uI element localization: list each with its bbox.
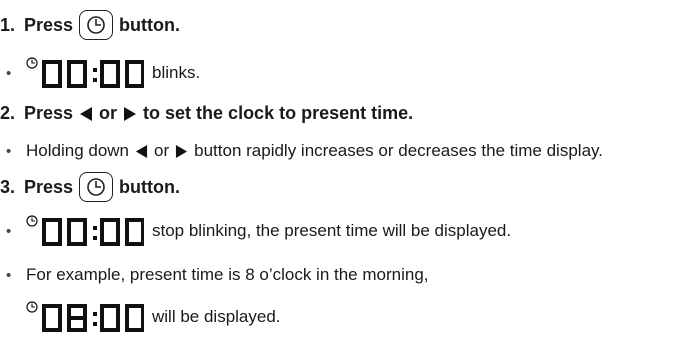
lcd-segment bbox=[42, 318, 46, 332]
lcd-segment bbox=[100, 232, 104, 246]
bullet-dot: • bbox=[6, 266, 12, 284]
bullet-text-before: Holding down bbox=[26, 141, 130, 160]
left-triangle-icon bbox=[80, 106, 93, 121]
lcd-segment bbox=[116, 60, 120, 74]
right-triangle-icon bbox=[124, 106, 137, 121]
lcd-segment bbox=[67, 232, 71, 246]
lcd-segment bbox=[125, 60, 129, 74]
bullet-text-after: button rapidly increases or decreases th… bbox=[194, 141, 603, 160]
lcd-segment bbox=[100, 318, 104, 332]
lcd-segment bbox=[42, 60, 46, 74]
lcd-segment bbox=[116, 218, 120, 232]
left-triangle-icon bbox=[135, 144, 148, 158]
lcd-segment bbox=[100, 218, 104, 232]
clock-hand bbox=[31, 59, 35, 64]
lcd-segment bbox=[42, 74, 46, 88]
lcd-colon-dot bbox=[93, 226, 97, 230]
bullet-dot: • bbox=[6, 64, 12, 82]
lcd-segment bbox=[42, 218, 46, 232]
lcd-segment bbox=[67, 60, 71, 74]
lcd-colon-dot bbox=[93, 312, 97, 316]
lcd-segment bbox=[116, 304, 120, 318]
step-number: 1. bbox=[0, 14, 16, 35]
step-2: 2. Press or to set the clock to present … bbox=[0, 103, 413, 124]
lcd-segment bbox=[67, 318, 71, 332]
lcd-segment bbox=[67, 218, 71, 232]
step-text-after: button. bbox=[119, 14, 181, 35]
lcd-segment bbox=[100, 304, 104, 318]
bullet-text: blinks. bbox=[152, 63, 201, 82]
lcd-segment bbox=[67, 316, 87, 320]
lcd-colon-dot bbox=[93, 236, 97, 240]
bullet-1: • blinks. bbox=[0, 56, 200, 90]
lcd-segment bbox=[58, 304, 62, 318]
lcd-segment bbox=[83, 218, 87, 232]
step-text-before: Press bbox=[24, 176, 74, 197]
lcd-segment bbox=[125, 74, 129, 88]
lcd-segment bbox=[125, 232, 129, 246]
bullet-text: For example, present time is 8 o’clock i… bbox=[26, 265, 429, 284]
lcd-segment bbox=[58, 60, 62, 74]
lcd-segment bbox=[100, 60, 104, 74]
lcd-segment bbox=[83, 60, 87, 74]
step-number: 3. bbox=[0, 176, 16, 197]
step-text-after: to set the clock to present time. bbox=[143, 103, 414, 123]
lcd-segment bbox=[125, 218, 129, 232]
lcd-segment bbox=[83, 304, 87, 318]
step-text-or: or bbox=[99, 103, 118, 123]
step-3: 3. Press button. bbox=[0, 172, 180, 202]
clock-hand bbox=[31, 303, 35, 308]
example-line: will be displayed. bbox=[26, 300, 281, 334]
clock-button-icon bbox=[79, 172, 114, 202]
lcd-segment bbox=[141, 218, 144, 232]
right-triangle-icon bbox=[176, 144, 188, 158]
step-text-before: Press bbox=[24, 103, 74, 123]
lcd-colon-dot bbox=[93, 68, 97, 72]
lcd-segment bbox=[58, 218, 62, 232]
lcd-colon-dot bbox=[93, 78, 97, 82]
bullet-text-or: or bbox=[154, 141, 170, 160]
lcd-segment bbox=[125, 318, 129, 332]
bullet-text: stop blinking, the present time will be … bbox=[152, 221, 512, 240]
clock-button-icon bbox=[79, 10, 114, 40]
step-text-before: Press bbox=[24, 14, 74, 35]
bullet-4: • For example, present time is 8 o’clock… bbox=[0, 265, 429, 285]
example-text: will be displayed. bbox=[152, 307, 281, 326]
clock-hand bbox=[31, 217, 35, 222]
lcd-display-blink bbox=[26, 56, 144, 90]
bullet-dot: • bbox=[6, 142, 12, 160]
step-1: 1. Press button. bbox=[0, 10, 180, 40]
bullet-3: • stop blinking, the present time will b… bbox=[0, 214, 511, 248]
step-number: 2. bbox=[0, 103, 16, 123]
lcd-display-blink bbox=[26, 214, 144, 248]
lcd-segment bbox=[125, 304, 129, 318]
bullet-dot: • bbox=[6, 222, 12, 240]
lcd-segment bbox=[67, 74, 71, 88]
lcd-display-example bbox=[26, 300, 144, 334]
step-text-after: button. bbox=[119, 176, 181, 197]
lcd-segment bbox=[141, 304, 144, 318]
lcd-segment bbox=[67, 304, 71, 318]
bullet-2: • Holding down or button rapidly increas… bbox=[0, 141, 603, 161]
lcd-segment bbox=[42, 304, 46, 318]
lcd-colon-dot bbox=[93, 322, 97, 326]
lcd-segment bbox=[42, 232, 46, 246]
lcd-segment bbox=[100, 74, 104, 88]
lcd-segment bbox=[141, 60, 144, 74]
